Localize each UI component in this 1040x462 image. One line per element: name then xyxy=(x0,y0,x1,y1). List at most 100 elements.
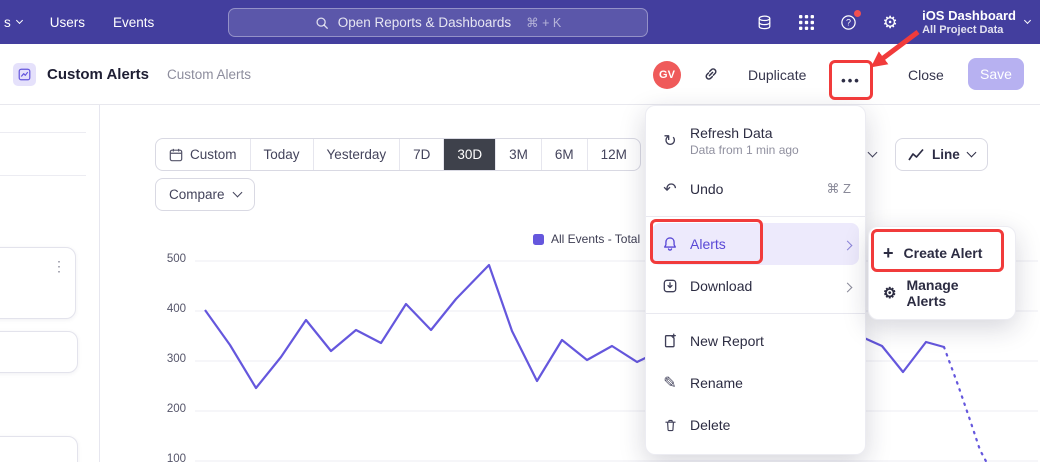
search-shortcut: ⌘ + K xyxy=(526,15,561,30)
gear-icon: ⚙ xyxy=(883,286,896,301)
svg-text:?: ? xyxy=(846,17,851,27)
date-range-6m[interactable]: 6M xyxy=(541,139,587,170)
chevron-down-icon xyxy=(966,148,976,158)
chevron-right-icon xyxy=(843,282,853,292)
menu-divider xyxy=(646,216,865,217)
menu-item-label: Delete xyxy=(690,417,730,433)
nav-right: ? ⚙ iOS Dashboard All Project Data xyxy=(754,0,1034,44)
menu-item-alerts[interactable]: Alerts xyxy=(652,223,859,265)
legend-swatch xyxy=(533,234,544,245)
settings-gear-icon[interactable]: ⚙ xyxy=(880,12,900,32)
save-button[interactable]: Save xyxy=(968,58,1024,90)
download-icon xyxy=(660,278,680,294)
date-range-custom[interactable]: Custom xyxy=(156,139,250,170)
y-axis-tick: 400 xyxy=(148,303,186,315)
global-search-bar[interactable]: Open Reports & Dashboards ⌘ + K xyxy=(228,8,648,37)
nav-item-users[interactable]: Users xyxy=(50,15,85,30)
undo-icon: ↶ xyxy=(660,179,680,199)
menu-item-new-report[interactable]: New Report xyxy=(646,320,865,362)
menu-divider xyxy=(646,313,865,314)
help-icon[interactable]: ? xyxy=(838,12,858,32)
sidebar-card[interactable]: ⋮ xyxy=(0,247,76,319)
menu-item-label: Refresh Data xyxy=(690,125,799,141)
date-range-3m[interactable]: 3M xyxy=(495,139,541,170)
y-axis-tick: 500 xyxy=(148,253,186,265)
nav-left: s Users Events xyxy=(0,0,154,44)
date-range-yesterday[interactable]: Yesterday xyxy=(313,139,400,170)
data-management-icon[interactable] xyxy=(754,12,774,32)
y-axis-tick: 300 xyxy=(148,353,186,365)
project-subtitle: All Project Data xyxy=(922,24,1016,36)
compare-label: Compare xyxy=(169,187,225,202)
close-button[interactable]: Close xyxy=(908,67,944,83)
menu-item-undo[interactable]: ↶ Undo ⌘ Z xyxy=(646,168,865,210)
nav-item-boards-label: s xyxy=(4,15,11,30)
breadcrumb: Custom Alerts xyxy=(167,67,251,82)
submenu-item-create-alert[interactable]: + Create Alert xyxy=(875,233,1009,273)
y-axis-tick: 200 xyxy=(148,403,186,415)
project-switcher[interactable]: iOS Dashboard All Project Data xyxy=(922,8,1034,36)
legend-label: All Events - Total xyxy=(551,232,640,246)
compare-button[interactable]: Compare xyxy=(155,178,255,211)
left-sidebar: ⋮ xyxy=(0,105,100,462)
chevron-down-icon xyxy=(1024,16,1031,23)
search-placeholder: Open Reports & Dashboards xyxy=(338,15,511,30)
chart-line-dotted xyxy=(944,347,988,462)
duplicate-button[interactable]: Duplicate xyxy=(748,67,806,83)
project-name: iOS Dashboard xyxy=(922,8,1016,23)
menu-item-label: Alerts xyxy=(690,236,726,252)
report-type-icon xyxy=(13,63,36,86)
menu-item-label: Rename xyxy=(690,375,743,391)
menu-item-label: Download xyxy=(690,278,752,294)
submenu-item-manage-alerts[interactable]: ⚙ Manage Alerts xyxy=(875,273,1009,313)
pencil-icon: ✎ xyxy=(660,373,680,393)
apps-grid-icon[interactable] xyxy=(796,12,816,32)
app-window: ⋮ 500 400 300 200 100 Custom Today Yeste… xyxy=(0,0,1040,462)
submenu-item-label: Manage Alerts xyxy=(906,277,1001,309)
chevron-down-icon xyxy=(232,188,242,198)
menu-item-subtitle: Data from 1 min ago xyxy=(690,143,799,157)
kebab-menu-icon[interactable]: ⋮ xyxy=(52,258,66,275)
plus-icon: + xyxy=(883,244,894,262)
date-range-today[interactable]: Today xyxy=(250,139,313,170)
sidebar-divider xyxy=(0,175,86,176)
more-options-menu: ↻ Refresh Data Data from 1 min ago ↶ Und… xyxy=(645,105,866,455)
chevron-down-icon xyxy=(16,16,23,23)
menu-item-label: New Report xyxy=(690,333,764,349)
date-range-12m[interactable]: 12M xyxy=(587,139,640,170)
search-icon xyxy=(315,16,329,30)
menu-item-download[interactable]: Download xyxy=(646,265,865,307)
menu-item-shortcut: ⌘ Z xyxy=(826,181,851,197)
page-title: Custom Alerts xyxy=(47,66,149,83)
avatar[interactable]: GV xyxy=(653,61,681,89)
bell-icon xyxy=(660,236,680,252)
line-chart-icon xyxy=(908,148,924,162)
date-range-30d[interactable]: 30D xyxy=(443,139,495,170)
date-range-7d[interactable]: 7D xyxy=(399,139,443,170)
nav-item-events[interactable]: Events xyxy=(113,15,154,30)
menu-item-refresh-data[interactable]: ↻ Refresh Data Data from 1 min ago xyxy=(646,114,865,168)
y-axis-tick: 100 xyxy=(148,453,186,462)
chart-type-label: Line xyxy=(932,147,960,162)
new-report-icon xyxy=(660,333,680,349)
menu-item-delete[interactable]: Delete xyxy=(646,404,865,446)
more-options-button[interactable]: ••• xyxy=(834,64,868,96)
menu-item-label: Undo xyxy=(690,181,723,197)
sidebar-card[interactable] xyxy=(0,436,78,462)
notification-badge xyxy=(854,10,861,17)
date-range-segmented-control: Custom Today Yesterday 7D 30D 3M 6M 12M xyxy=(155,138,641,171)
chart-type-button[interactable]: Line xyxy=(895,138,988,171)
sidebar-card[interactable] xyxy=(0,331,78,373)
nav-item-boards[interactable]: s xyxy=(4,15,22,30)
chart-legend-item[interactable]: All Events - Total xyxy=(533,232,640,246)
sidebar-divider xyxy=(0,132,86,133)
alerts-submenu: + Create Alert ⚙ Manage Alerts xyxy=(868,226,1016,320)
report-header: Custom Alerts Custom Alerts GV Duplicate… xyxy=(0,44,1040,105)
calendar-icon xyxy=(169,148,183,162)
refresh-icon: ↻ xyxy=(660,131,680,151)
top-navbar: s Users Events Open Reports & Dashboards… xyxy=(0,0,1040,44)
chevron-down-icon xyxy=(867,148,877,158)
menu-item-rename[interactable]: ✎ Rename xyxy=(646,362,865,404)
date-range-label: Custom xyxy=(190,147,237,162)
copy-link-icon[interactable] xyxy=(702,65,720,88)
